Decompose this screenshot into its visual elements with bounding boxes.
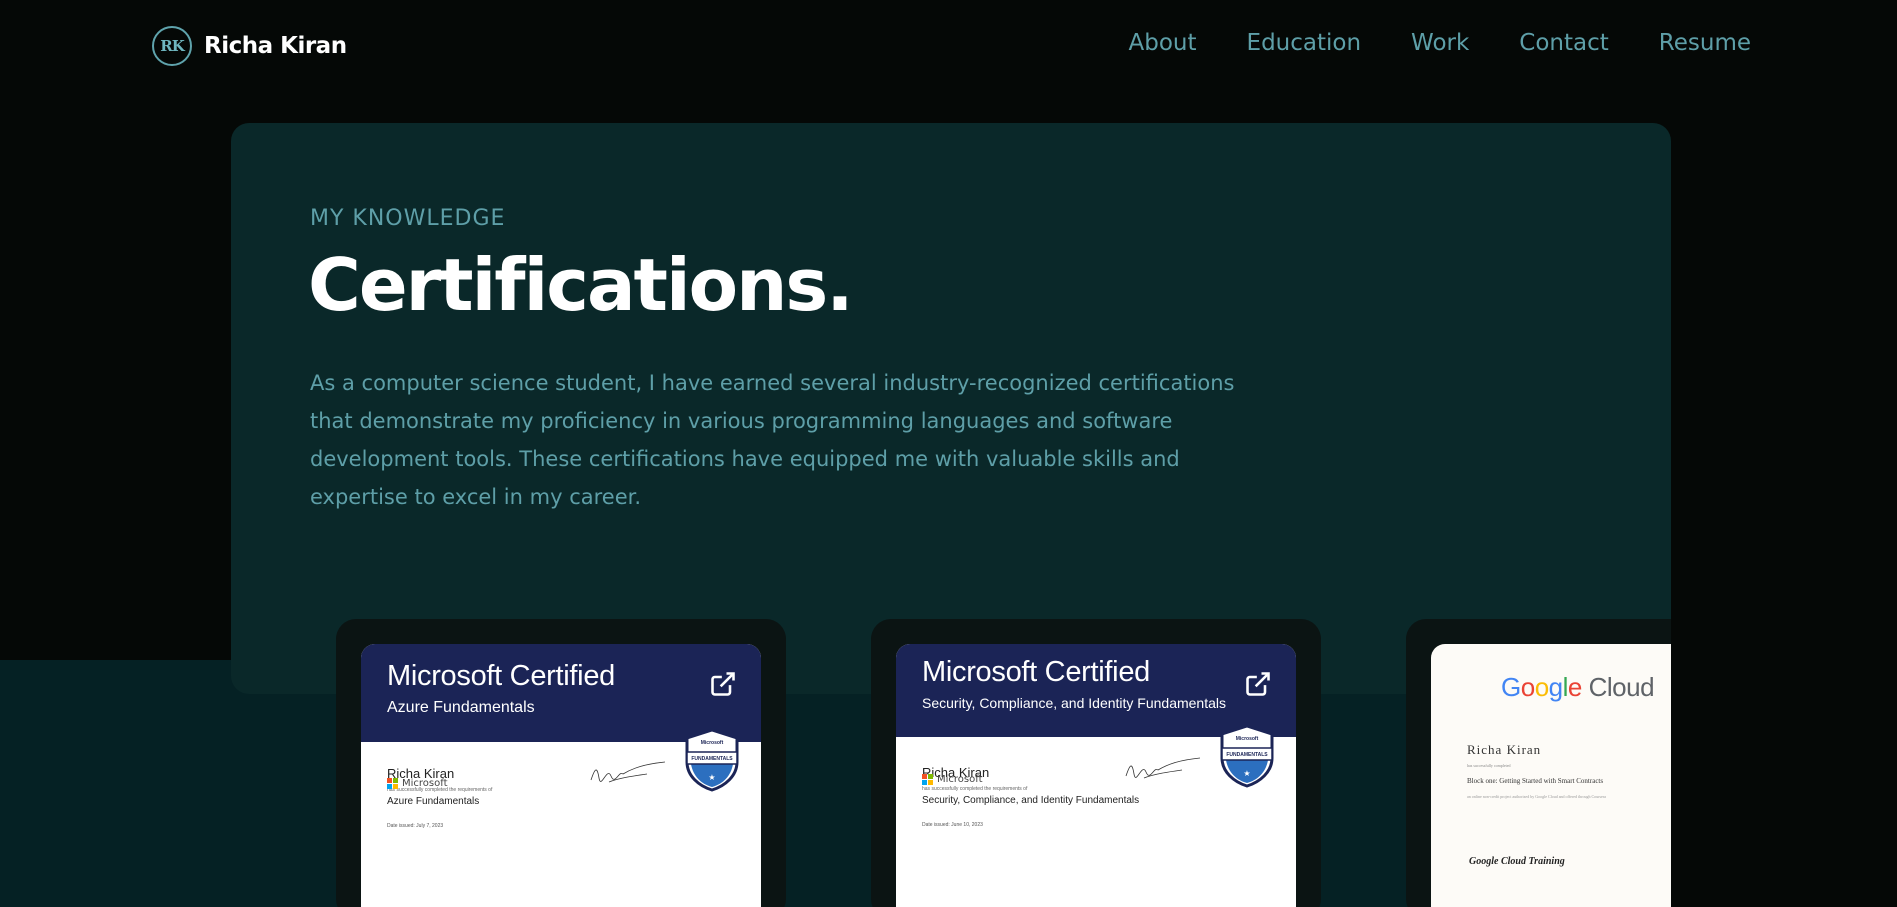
certificate-signature: Google Cloud Training — [1469, 856, 1565, 867]
page: RK Richa Kiran About Education Work Cont… — [0, 0, 1897, 907]
nav-link-resume[interactable]: Resume — [1659, 30, 1751, 56]
certificate-card[interactable]: Microsoft Certified Security, Compliance… — [871, 619, 1321, 907]
section-title: Certifications. — [308, 243, 854, 327]
section-eyebrow: MY KNOWLEDGE — [310, 206, 506, 231]
svg-text:FUNDAMENTALS: FUNDAMENTALS — [691, 756, 733, 762]
certificate-date: Date issued: June 10, 2023 — [922, 822, 983, 828]
nav-link-work[interactable]: Work — [1411, 30, 1469, 56]
certificate-subtitle: Security, Compliance, and Identity Funda… — [922, 695, 1227, 711]
fundamentals-badge-icon: FUNDAMENTALS Microsoft ★ — [1220, 724, 1274, 788]
section-description: As a computer science student, I have ea… — [310, 371, 1235, 509]
certificate-course: Azure Fundamentals — [387, 796, 480, 807]
fundamentals-badge-icon: FUNDAMENTALS Microsoft ★ — [685, 728, 739, 792]
signature-icon — [590, 761, 666, 783]
external-link-icon[interactable] — [1244, 670, 1272, 698]
microsoft-logo: Microsoft — [387, 778, 448, 789]
svg-text:★: ★ — [708, 773, 715, 782]
logo-suffix: Cloud — [1588, 672, 1655, 702]
carousel-edge-mask — [1671, 600, 1897, 907]
brand-name[interactable]: Richa Kiran — [204, 33, 347, 59]
microsoft-logo: Microsoft — [922, 774, 983, 785]
nav-links: About Education Work Contact Resume — [1129, 30, 1751, 56]
certificate-image: Microsoft Certified Azure Fundamentals R… — [361, 644, 761, 907]
google-cloud-logo: Google Cloud — [1501, 672, 1655, 703]
microsoft-logo-icon — [922, 774, 933, 785]
logo-letter: G — [1501, 672, 1521, 702]
microsoft-logo-icon — [387, 778, 398, 789]
svg-text:★: ★ — [1243, 769, 1250, 778]
logo-letter: o — [1534, 672, 1549, 702]
navbar: RK Richa Kiran About Education Work Cont… — [0, 0, 1897, 92]
certificate-brand: Microsoft Certified — [922, 656, 1150, 688]
brand[interactable]: RK Richa Kiran — [152, 26, 347, 66]
certificate-brand: Microsoft Certified — [387, 660, 615, 692]
logo-letter: e — [1567, 672, 1582, 702]
brand-logo-icon[interactable]: RK — [152, 26, 192, 66]
issuer-name: Microsoft — [937, 774, 983, 785]
certificate-image: Microsoft Certified Security, Compliance… — [896, 644, 1296, 907]
nav-link-contact[interactable]: Contact — [1519, 30, 1608, 56]
certificate-course: Block one: Getting Started with Smart Co… — [1467, 777, 1604, 785]
certificate-note: an online non-credit project authorized … — [1467, 794, 1606, 799]
certificate-card[interactable]: Microsoft Certified Azure Fundamentals R… — [336, 619, 786, 907]
nav-link-about[interactable]: About — [1129, 30, 1197, 56]
nav-link-education[interactable]: Education — [1247, 30, 1362, 56]
certificate-recipient: Richa Kiran — [1467, 742, 1542, 757]
certificate-line: has successfully completed — [1467, 763, 1511, 768]
external-link-icon[interactable] — [709, 670, 737, 698]
svg-text:Microsoft: Microsoft — [1236, 736, 1259, 742]
certificate-date: Date issued: July 7, 2023 — [387, 823, 444, 829]
certificate-course: Security, Compliance, and Identity Funda… — [922, 795, 1140, 806]
certificate-subtitle: Azure Fundamentals — [387, 699, 535, 716]
logo-letter: o — [1520, 672, 1535, 702]
logo-letter: g — [1548, 672, 1563, 702]
signature-icon — [1125, 757, 1201, 779]
svg-text:Microsoft: Microsoft — [701, 740, 724, 746]
issuer-name: Microsoft — [402, 778, 448, 789]
svg-text:FUNDAMENTALS: FUNDAMENTALS — [1226, 752, 1268, 758]
